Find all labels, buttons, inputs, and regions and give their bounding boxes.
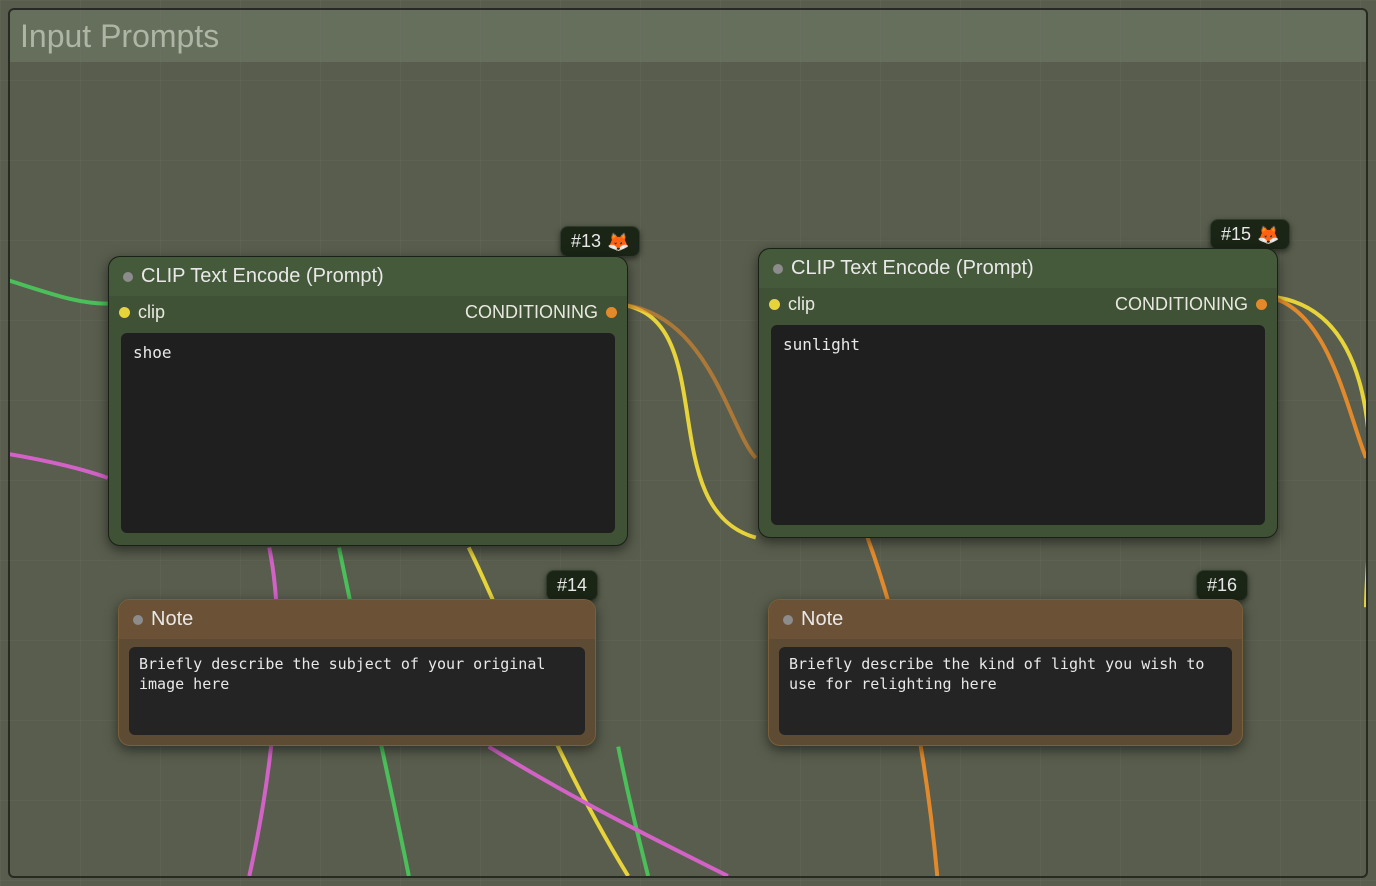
collapse-dot-icon[interactable]	[773, 264, 783, 274]
collapse-dot-icon[interactable]	[133, 615, 143, 625]
input-port-label: clip	[138, 302, 165, 323]
node-title-bar[interactable]: CLIP Text Encode (Prompt)	[109, 257, 627, 296]
output-port-conditioning[interactable]: CONDITIONING	[465, 302, 617, 323]
note-node-16[interactable]: Note	[768, 599, 1243, 746]
node-id-badge-14: #14	[546, 570, 598, 601]
collapse-dot-icon[interactable]	[123, 272, 133, 282]
port-dot-icon	[769, 299, 780, 310]
badge-text: #13	[571, 231, 601, 252]
fox-icon: 🦊	[607, 233, 629, 251]
note-node-14[interactable]: Note	[118, 599, 596, 746]
node-title-bar[interactable]: Note	[119, 600, 595, 639]
node-ports: clip CONDITIONING	[759, 288, 1277, 325]
note-textarea[interactable]	[779, 647, 1232, 735]
prompt-textarea[interactable]	[121, 333, 615, 533]
output-port-conditioning[interactable]: CONDITIONING	[1115, 294, 1267, 315]
collapse-dot-icon[interactable]	[783, 615, 793, 625]
badge-text: #14	[557, 575, 587, 596]
node-id-badge-13: #13 🦊	[560, 226, 640, 257]
node-id-badge-16: #16	[1196, 570, 1248, 601]
port-dot-icon	[119, 307, 130, 318]
prompt-textarea[interactable]	[771, 325, 1265, 525]
badge-text: #15	[1221, 224, 1251, 245]
output-port-label: CONDITIONING	[465, 302, 598, 323]
node-title: Note	[151, 608, 193, 631]
node-id-badge-15: #15 🦊	[1210, 219, 1290, 250]
group-frame: Input Prompts #13 🦊 #15 🦊 #14 #16 CLIP T…	[8, 8, 1368, 878]
fox-icon: 🦊	[1257, 226, 1279, 244]
input-port-label: clip	[788, 294, 815, 315]
node-title: CLIP Text Encode (Prompt)	[791, 257, 1034, 280]
clip-text-encode-node-13[interactable]: CLIP Text Encode (Prompt) clip CONDITION…	[108, 256, 628, 546]
note-textarea[interactable]	[129, 647, 585, 735]
port-dot-icon	[1256, 299, 1267, 310]
output-port-label: CONDITIONING	[1115, 294, 1248, 315]
port-dot-icon	[606, 307, 617, 318]
input-port-clip[interactable]: clip	[769, 294, 815, 315]
node-title-bar[interactable]: CLIP Text Encode (Prompt)	[759, 249, 1277, 288]
node-title: CLIP Text Encode (Prompt)	[141, 265, 384, 288]
node-title: Note	[801, 608, 843, 631]
badge-text: #16	[1207, 575, 1237, 596]
group-title-bar[interactable]: Input Prompts	[10, 10, 1366, 62]
input-port-clip[interactable]: clip	[119, 302, 165, 323]
node-title-bar[interactable]: Note	[769, 600, 1242, 639]
clip-text-encode-node-15[interactable]: CLIP Text Encode (Prompt) clip CONDITION…	[758, 248, 1278, 538]
node-ports: clip CONDITIONING	[109, 296, 627, 333]
group-title: Input Prompts	[20, 18, 219, 55]
